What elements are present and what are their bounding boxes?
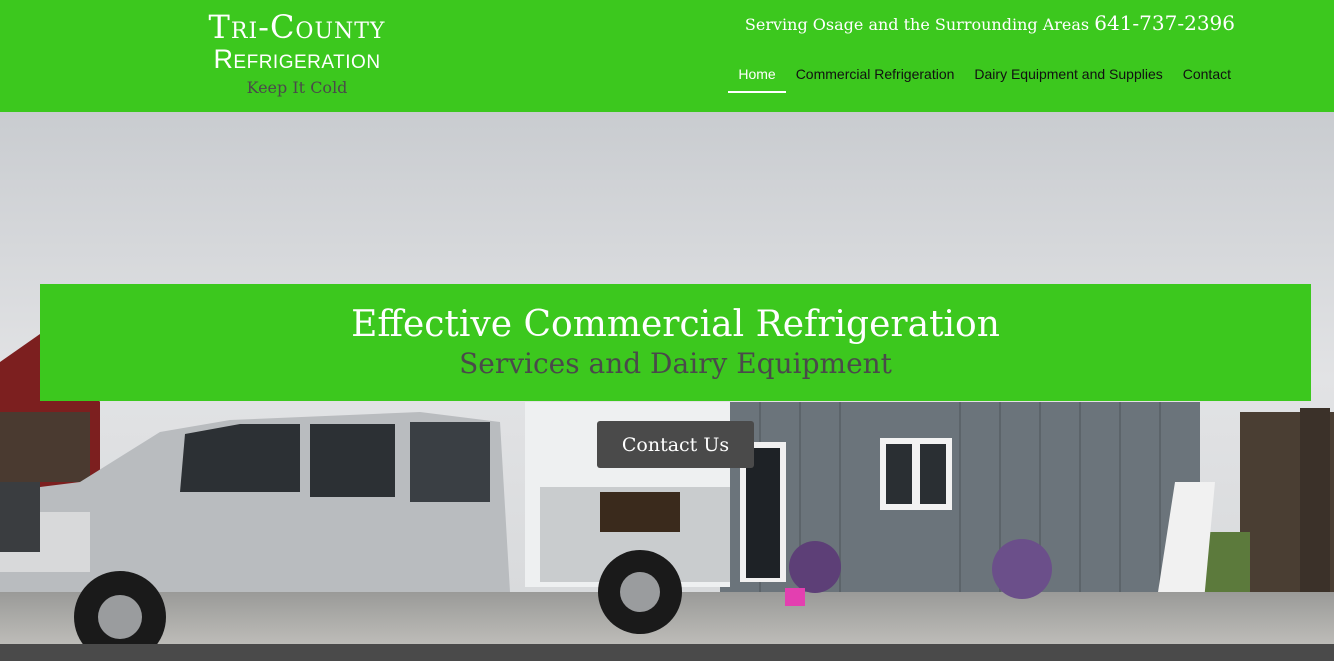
logo-line-2: Refrigeration [213,44,381,74]
site-header: Tri-County Refrigeration Keep It Cold Se… [0,0,1334,112]
logo-tagline: Keep It Cold [246,78,348,97]
flower-pot-left [789,541,841,593]
nav-item-dairy-equipment[interactable]: Dairy Equipment and Supplies [964,63,1172,93]
service-area-text: Serving Osage and the Surrounding Areas [744,15,1090,34]
bottom-bar [0,644,1334,661]
logo-line-1: Tri-County [208,8,386,46]
hero-section: Effective Commercial Refrigeration Servi… [0,112,1334,644]
site-logo[interactable]: Tri-County Refrigeration Keep It Cold [186,10,408,98]
hero-banner: Effective Commercial Refrigeration Servi… [40,284,1311,401]
contact-us-button[interactable]: Contact Us [597,421,754,468]
hero-subtitle: Services and Dairy Equipment [459,347,892,380]
nav-item-home[interactable]: Home [728,63,786,93]
hero-title: Effective Commercial Refrigeration [351,304,1000,345]
main-nav: Home Commercial Refrigeration Dairy Equi… [728,63,1241,93]
phone-number[interactable]: 641-737-2396 [1094,11,1235,35]
service-area-info: Serving Osage and the Surrounding Areas … [745,11,1235,35]
nav-item-commercial-refrigeration[interactable]: Commercial Refrigeration [786,63,965,93]
nav-item-contact[interactable]: Contact [1173,63,1241,93]
